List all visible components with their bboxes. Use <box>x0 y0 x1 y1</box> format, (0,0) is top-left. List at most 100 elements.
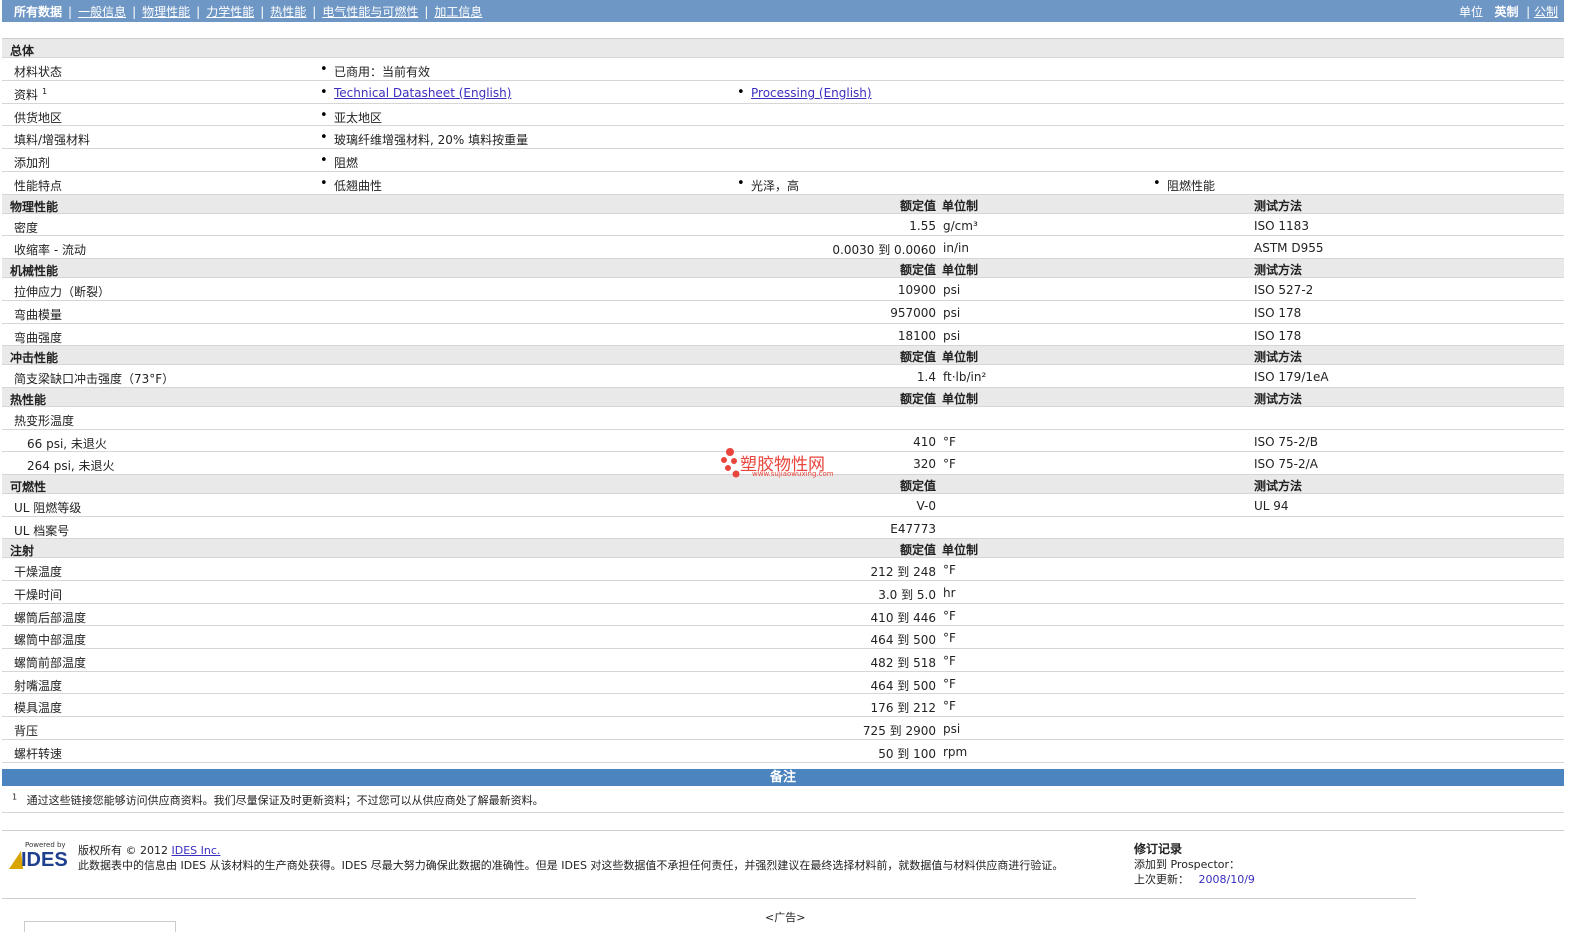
property-label: 弯曲模量 <box>14 307 63 322</box>
property-row: 螺筒中部温度 464 到 500 °F <box>2 626 1564 650</box>
section-header-general: 总体 <box>2 39 1564 58</box>
section-title: 物理性能 <box>10 199 59 214</box>
row-value: 已商用：当前有效 <box>320 62 430 80</box>
property-label: 螺筒中部温度 <box>14 633 87 648</box>
property-unit: °F <box>943 699 956 714</box>
section-title: 机械性能 <box>10 264 59 279</box>
row-label-text: 供货地区 <box>14 110 63 125</box>
property-row: 背压 725 到 2900 psi <box>2 717 1564 740</box>
revision-updated: 上次更新： 2008/10/9 <box>1134 872 1255 887</box>
column-header-unit: 单位制 <box>942 543 979 558</box>
section-title: 注射 <box>10 544 35 559</box>
property-label: 简支梁缺口冲击强度（73°F） <box>14 372 175 387</box>
divider <box>2 830 1564 831</box>
property-label: 66 psi, 未退火 <box>27 436 107 451</box>
property-row: 热变形温度 <box>2 407 1564 430</box>
unit-metric-link[interactable]: 公制 <box>1534 5 1558 19</box>
row-value: 亚太地区 <box>320 108 382 126</box>
tab-2[interactable]: 物理性能 <box>142 3 190 20</box>
tab-6[interactable]: 加工信息 <box>434 3 482 20</box>
column-header-method: 测试方法 <box>1254 263 1303 278</box>
property-value: 957000 <box>890 305 936 320</box>
footnote-mark: 1 <box>12 792 18 802</box>
test-method: ASTM D955 <box>1254 241 1324 256</box>
property-row: 螺筒前部温度 482 到 518 °F <box>2 649 1564 672</box>
property-value: 0.0030 到 0.0060 <box>832 243 936 258</box>
watermark-logo-icon <box>721 448 740 478</box>
tab-nav: 所有数据 | 一般信息 | 物理性能 | 力学性能 | 热性能 | 电气性能与可燃性 | 加工信息 <box>14 3 482 20</box>
property-unit: psi <box>943 283 961 298</box>
property-row: 弯曲强度 18100 psi ISO 178 <box>2 324 1564 347</box>
property-label: 背压 <box>14 724 39 739</box>
column-header-unit: 单位制 <box>942 263 979 278</box>
row-value: 阻燃 <box>320 153 358 171</box>
property-unit: psi <box>943 328 961 343</box>
nav-separator: | <box>132 5 137 19</box>
copyright-block: 版权所有 © 2012 IDES Inc. 此数据表中的信息由 IDES 从该材… <box>78 843 1063 873</box>
property-unit: °F <box>943 631 956 646</box>
column-header-value: 额定值 <box>899 350 936 365</box>
property-value: 1.55 <box>909 218 936 233</box>
column-header-unit: 单位制 <box>942 350 979 365</box>
property-value: 18100 <box>897 328 936 343</box>
nav-separator: | <box>68 5 73 19</box>
column-header-value: 额定值 <box>899 391 936 406</box>
general-row: 填料/增强材料 玻璃纤维增强材料, 20% 填料按重量 <box>2 126 1564 150</box>
property-value: 50 到 100 <box>878 746 936 761</box>
tab-4[interactable]: 热性能 <box>270 3 306 20</box>
row-label: 供货地区 <box>14 109 62 126</box>
footnote-ref: 1 <box>42 86 48 96</box>
footnote-text: 通过这些链接您能够访问供应商资料。我们尽量保证及时更新资料；不过您可以从供应商处… <box>26 794 544 807</box>
property-unit: °F <box>943 608 956 623</box>
row-label: 性能特点 <box>14 177 62 194</box>
property-unit: °F <box>943 434 956 449</box>
datasheet-table: 总体材料状态 已商用：当前有效资料1 Technical Datasheet (En… <box>2 39 1564 763</box>
property-row: 干燥温度 212 到 248 °F <box>2 558 1564 582</box>
ides-link[interactable]: IDES Inc. <box>172 844 221 857</box>
property-value: E47773 <box>890 521 936 536</box>
property-unit: rpm <box>943 744 968 759</box>
unit-english-option[interactable]: 英制 <box>1494 5 1518 19</box>
tab-3[interactable]: 力学性能 <box>206 3 254 20</box>
disclaimer: 此数据表中的信息由 IDES 从该材料的生产商处获得。IDES 尽最大努力确保此… <box>78 859 1064 872</box>
property-label: 密度 <box>14 220 39 235</box>
row-label: 资料 1 <box>14 86 47 103</box>
property-row: 模具温度 176 到 212 °F <box>2 694 1564 718</box>
property-unit: °F <box>943 457 956 472</box>
test-method: ISO 178 <box>1254 305 1302 320</box>
tab-0[interactable]: 所有数据 <box>14 3 62 20</box>
test-method: ISO 75-2/A <box>1254 457 1318 472</box>
column-header-method: 测试方法 <box>1254 198 1303 213</box>
row-value: 玻璃纤维增强材料, 20% 填料按重量 <box>320 130 528 148</box>
test-method: ISO 527-2 <box>1254 283 1314 298</box>
revision-history: 修订记录 添加到 Prospector： 上次更新： 2008/10/9 <box>1134 842 1255 887</box>
property-value: 320 <box>913 457 936 472</box>
unit-switcher: 单位 英制 | 公制 <box>1458 5 1558 19</box>
section-header-physical: 物理性能 额定值 单位制 测试方法 <box>2 194 1564 214</box>
datasheet-link[interactable]: Technical Datasheet (English) <box>320 85 511 100</box>
datasheet-link[interactable]: Processing (English) <box>737 85 872 100</box>
property-value: 1.4 <box>916 370 936 385</box>
tab-5[interactable]: 电气性能与可燃性 <box>322 3 418 20</box>
test-method: UL 94 <box>1254 498 1289 513</box>
nav-separator: | <box>196 5 201 19</box>
property-label: 干燥时间 <box>14 588 63 603</box>
property-label: 拉伸应力（断裂） <box>14 285 111 300</box>
property-unit: ft·lb/in² <box>943 370 987 385</box>
property-value: 10900 <box>897 283 936 298</box>
section-header-thermal: 热性能 额定值 单位制 测试方法 <box>2 387 1564 407</box>
section-header-injection: 注射 额定值 单位制 <box>2 539 1564 559</box>
top-nav-bar: 所有数据 | 一般信息 | 物理性能 | 力学性能 | 热性能 | 电气性能与可燃性 | 加工信息 单位… <box>2 0 1564 22</box>
property-unit: g/cm³ <box>943 218 978 233</box>
property-label: 螺杆转速 <box>14 746 63 761</box>
tab-1[interactable]: 一般信息 <box>78 3 126 20</box>
property-unit: in/in <box>943 241 969 256</box>
ad-label: <广告> <box>765 911 806 924</box>
property-label: 干燥温度 <box>14 565 63 580</box>
test-method: ISO 75-2/B <box>1254 434 1318 449</box>
revision-updated-label: 上次更新： <box>1134 873 1189 886</box>
row-label-text: 性能特点 <box>14 178 63 193</box>
property-label: 264 psi, 未退火 <box>27 459 115 474</box>
property-row: UL 档案号 E47773 <box>2 517 1564 540</box>
section-header-mechanical: 机械性能 额定值 单位制 测试方法 <box>2 259 1564 279</box>
